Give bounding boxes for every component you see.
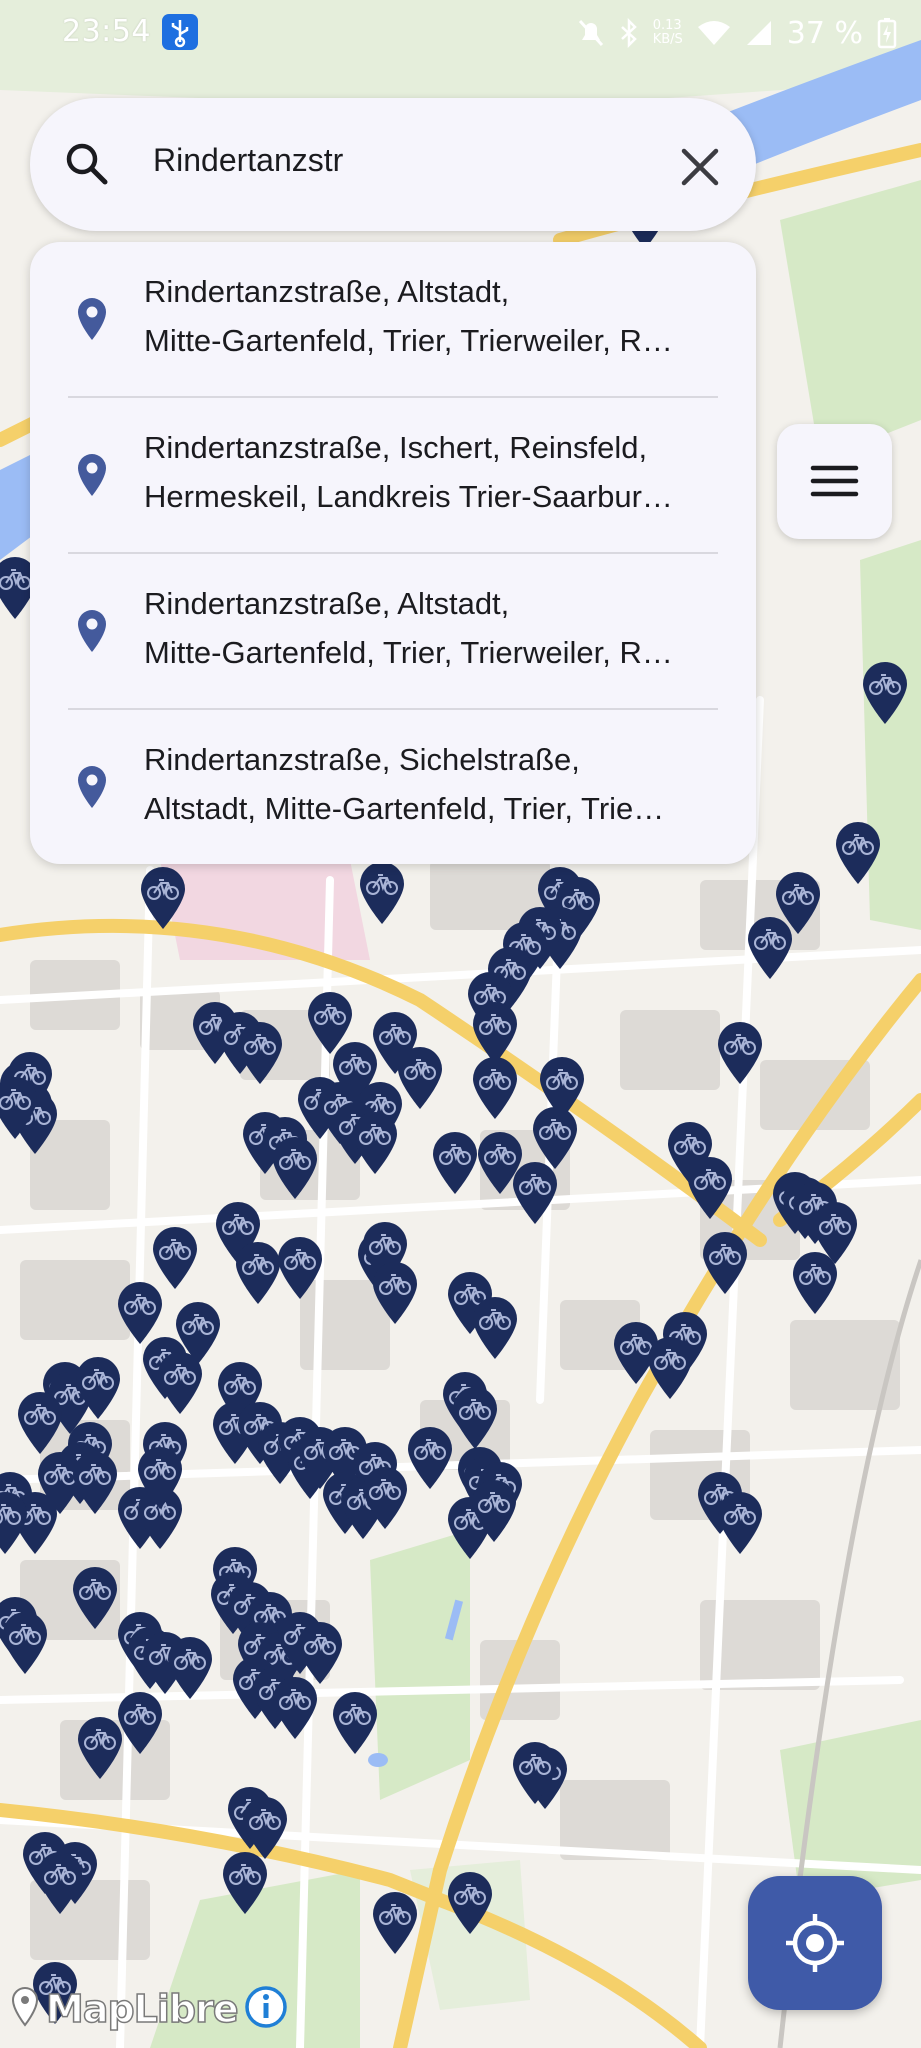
suggestion-line-1: Rindertanzstraße, Altstadt,: [144, 586, 510, 621]
suggestion-line-1: Rindertanzstraße, Sichelstraße,: [144, 742, 580, 777]
suggestion-item[interactable]: Rindertanzstraße, Sichelstraße, Altstadt…: [30, 710, 756, 865]
location-pin-icon: [76, 764, 108, 810]
suggestion-line-2: Mitte-Gartenfeld, Trier, Trierweiler, R…: [144, 635, 673, 670]
info-icon[interactable]: [244, 1985, 288, 2033]
close-icon: [681, 148, 719, 186]
gps-target-icon: [786, 1914, 844, 1972]
location-pin-icon: [76, 608, 108, 654]
data-speed: 0.13 KB/S: [652, 18, 683, 47]
clear-search-button[interactable]: [672, 139, 728, 195]
attribution-text: MapLibre: [45, 1986, 239, 2032]
suggestion-item[interactable]: Rindertanzstraße, Altstadt, Mitte-Garten…: [30, 554, 756, 709]
signal-icon: [745, 19, 773, 47]
my-location-button[interactable]: [748, 1876, 882, 2010]
search-icon: [64, 141, 108, 185]
battery-percent: 37 %: [786, 15, 863, 51]
suggestion-line-1: Rindertanzstraße, Altstadt,: [144, 274, 510, 309]
suggestion-item[interactable]: Rindertanzstraße, Altstadt, Mitte-Garten…: [30, 242, 756, 397]
status-time: 23:54: [62, 14, 151, 49]
location-pin-icon: [76, 296, 108, 342]
suggestion-line-2: Altstadt, Mitte-Gartenfeld, Trier, Trie…: [144, 791, 665, 826]
menu-button[interactable]: [777, 424, 892, 539]
map-attribution[interactable]: MapLibre: [10, 1982, 288, 2036]
suggestion-line-1: Rindertanzstraße, Ischert, Reinsfeld,: [144, 430, 648, 465]
location-pin-icon: [76, 452, 108, 498]
battery-charging-icon: [877, 17, 897, 49]
mute-icon: [577, 18, 605, 48]
suggestion-line-2: Hermeskeil, Landkreis Trier-Saarbur…: [144, 479, 673, 514]
suggestion-item[interactable]: Rindertanzstraße, Ischert, Reinsfeld, He…: [30, 398, 756, 553]
status-icons: 0.13 KB/S 37 %: [577, 10, 897, 56]
hamburger-menu-icon: [810, 465, 859, 497]
maplibre-logo-icon: [10, 1985, 40, 2033]
wifi-icon: [697, 19, 731, 47]
search-bar[interactable]: [30, 98, 756, 231]
suggestion-line-2: Mitte-Gartenfeld, Trier, Trierweiler, R…: [144, 323, 673, 358]
usb-icon: [162, 14, 198, 50]
status-bar: 23:54 0.13 KB/S 37 %: [0, 0, 921, 70]
bluetooth-icon: [619, 18, 639, 48]
search-suggestions: Rindertanzstraße, Altstadt, Mitte-Garten…: [30, 242, 756, 864]
search-input[interactable]: Rindertanzstr: [153, 142, 343, 179]
